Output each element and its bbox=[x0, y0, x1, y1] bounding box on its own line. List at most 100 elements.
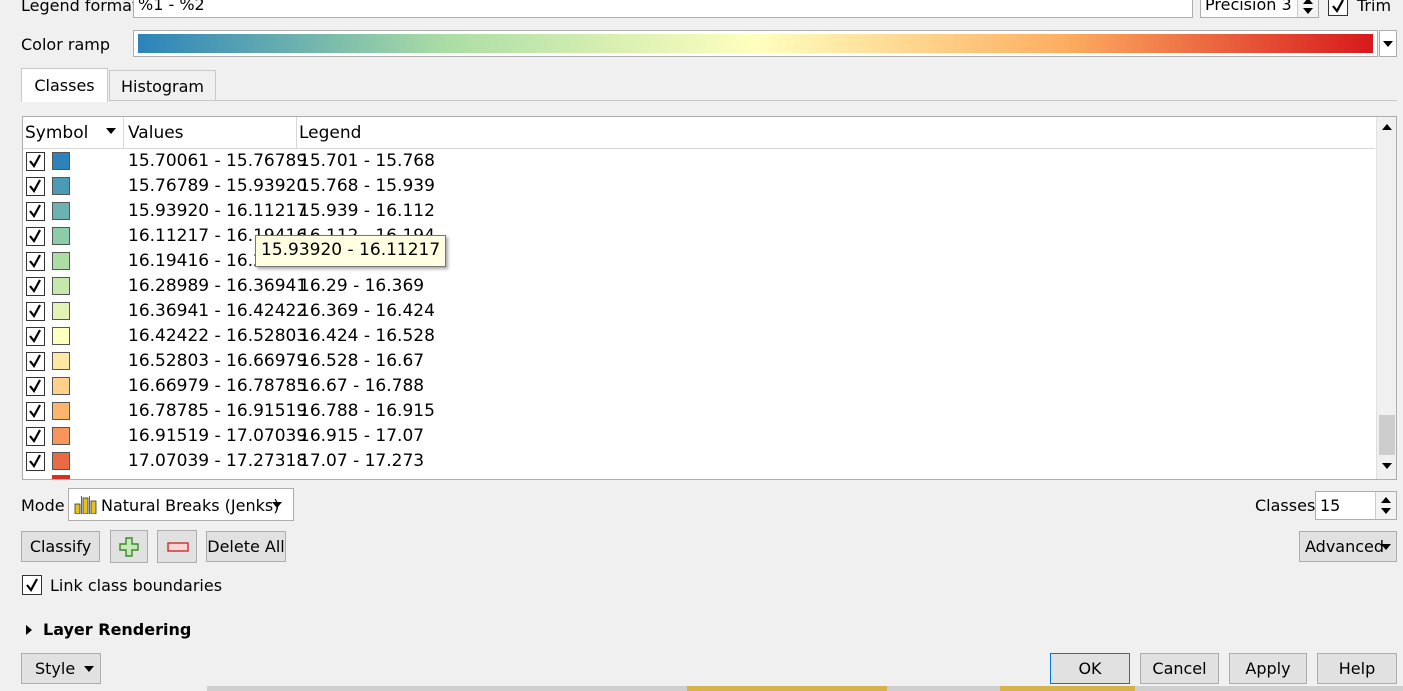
row-checkbox[interactable] bbox=[26, 452, 45, 471]
row-values[interactable]: 16.52803 - 16.66979 bbox=[128, 351, 307, 371]
row-legend[interactable]: 16.528 - 16.67 bbox=[299, 351, 424, 371]
row-checkbox[interactable] bbox=[26, 277, 45, 296]
tab-bar-divider bbox=[216, 100, 1397, 101]
row-values[interactable]: 17.07039 - 17.27318 bbox=[128, 451, 307, 471]
add-class-button[interactable] bbox=[110, 530, 148, 563]
row-legend[interactable]: 15.701 - 15.768 bbox=[299, 151, 435, 171]
apply-button[interactable]: Apply bbox=[1229, 653, 1307, 684]
table-row[interactable]: 15.70061 - 15.76789 15.701 - 15.768 bbox=[23, 149, 1375, 174]
color-ramp-dropdown[interactable] bbox=[1379, 30, 1397, 57]
partial-row-swatch bbox=[52, 475, 70, 479]
remove-class-button[interactable] bbox=[157, 530, 197, 563]
style-button[interactable]: Style bbox=[21, 653, 101, 684]
table-row[interactable]: 16.19416 - 16.2898916.194 - 16.29 bbox=[23, 249, 1375, 274]
table-row[interactable]: 16.78785 - 16.91519 16.788 - 16.915 bbox=[23, 399, 1375, 424]
symbol-swatch[interactable] bbox=[52, 427, 70, 445]
classes-count-spinbox[interactable]: 15 bbox=[1315, 491, 1397, 520]
delete-all-button[interactable]: Delete All bbox=[206, 531, 286, 562]
table-row[interactable]: 16.52803 - 16.66979 16.528 - 16.67 bbox=[23, 349, 1375, 374]
row-checkbox[interactable] bbox=[26, 227, 45, 246]
color-ramp-selector[interactable] bbox=[133, 30, 1378, 57]
precision-spinbox[interactable]: Precision 3 bbox=[1200, 0, 1319, 18]
row-values[interactable]: 16.36941 - 16.42422 bbox=[128, 301, 307, 321]
table-row[interactable]: 16.66979 - 16.78785 16.67 - 16.788 bbox=[23, 374, 1375, 399]
trim-checkbox[interactable] bbox=[1328, 0, 1348, 16]
symbol-swatch[interactable] bbox=[52, 402, 70, 420]
natural-breaks-icon bbox=[74, 496, 97, 514]
row-legend[interactable]: 16.369 - 16.424 bbox=[299, 301, 435, 321]
scrollbar-thumb[interactable] bbox=[1379, 415, 1395, 455]
down-arrow-icon bbox=[1381, 508, 1391, 514]
header-legend[interactable]: Legend bbox=[297, 117, 1375, 148]
expand-arrow-icon[interactable] bbox=[26, 625, 32, 635]
row-checkbox[interactable] bbox=[26, 427, 45, 446]
row-values[interactable]: 15.76789 - 15.93920 bbox=[128, 176, 307, 196]
row-checkbox[interactable] bbox=[26, 327, 45, 346]
row-checkbox[interactable] bbox=[26, 377, 45, 396]
symbol-swatch[interactable] bbox=[52, 452, 70, 470]
row-legend[interactable]: 15.939 - 16.112 bbox=[299, 201, 435, 221]
row-values[interactable]: 16.78785 - 16.91519 bbox=[128, 401, 307, 421]
table-row[interactable]: 16.36941 - 16.42422 16.369 - 16.424 bbox=[23, 299, 1375, 324]
table-row[interactable]: 16.11217 - 16.1941616.112 - 16.194 bbox=[23, 224, 1375, 249]
symbol-swatch[interactable] bbox=[52, 202, 70, 220]
table-scrollbar[interactable] bbox=[1376, 117, 1396, 479]
table-row[interactable]: 16.42422 - 16.52803 16.424 - 16.528 bbox=[23, 324, 1375, 349]
table-row[interactable]: 15.93920 - 16.11217 15.939 - 16.112 bbox=[23, 199, 1375, 224]
row-legend[interactable]: 16.424 - 16.528 bbox=[299, 326, 435, 346]
row-checkbox[interactable] bbox=[26, 352, 45, 371]
row-checkbox[interactable] bbox=[26, 152, 45, 171]
row-legend[interactable]: 16.29 - 16.369 bbox=[299, 276, 424, 296]
row-checkbox[interactable] bbox=[26, 202, 45, 221]
table-row[interactable]: 16.28989 - 16.36941 16.29 - 16.369 bbox=[23, 274, 1375, 299]
classify-button[interactable]: Classify bbox=[21, 531, 100, 562]
row-values[interactable]: 16.66979 - 16.78785 bbox=[128, 376, 307, 396]
legend-format-input[interactable]: %1 - %2 bbox=[133, 0, 1193, 18]
symbol-swatch[interactable] bbox=[52, 377, 70, 395]
help-button[interactable]: Help bbox=[1317, 653, 1397, 684]
up-arrow-icon bbox=[1381, 497, 1391, 503]
symbol-swatch[interactable] bbox=[52, 152, 70, 170]
symbol-swatch[interactable] bbox=[52, 177, 70, 195]
header-symbol[interactable]: Symbol bbox=[23, 117, 124, 148]
link-boundaries-checkbox[interactable] bbox=[22, 575, 42, 595]
ok-button[interactable]: OK bbox=[1050, 653, 1130, 684]
chevron-down-icon bbox=[1383, 41, 1393, 47]
row-checkbox[interactable] bbox=[26, 302, 45, 321]
row-legend[interactable]: 16.67 - 16.788 bbox=[299, 376, 424, 396]
classes-table[interactable]: Symbol Values Legend 15.70061 - 15.76789… bbox=[22, 116, 1397, 480]
table-row[interactable]: 17.07039 - 17.27318 17.07 - 17.273 bbox=[23, 449, 1375, 474]
scroll-up-icon[interactable] bbox=[1382, 124, 1392, 130]
row-checkbox[interactable] bbox=[26, 402, 45, 421]
map-feature bbox=[1000, 686, 1135, 691]
header-values[interactable]: Values bbox=[124, 117, 297, 148]
mode-dropdown[interactable]: Natural Breaks (Jenks) bbox=[68, 488, 294, 521]
row-legend[interactable]: 17.07 - 17.273 bbox=[299, 451, 424, 471]
row-values[interactable]: 16.28989 - 16.36941 bbox=[128, 276, 307, 296]
row-values[interactable]: 16.42422 - 16.52803 bbox=[128, 326, 307, 346]
row-values[interactable]: 16.91519 - 17.07039 bbox=[128, 426, 307, 446]
symbol-swatch[interactable] bbox=[52, 227, 70, 245]
precision-stepper[interactable] bbox=[1297, 0, 1318, 17]
scroll-down-icon[interactable] bbox=[1382, 463, 1392, 469]
cancel-button[interactable]: Cancel bbox=[1140, 653, 1219, 684]
classes-stepper[interactable] bbox=[1375, 492, 1396, 519]
symbol-swatch[interactable] bbox=[52, 277, 70, 295]
advanced-button[interactable]: Advanced bbox=[1299, 531, 1397, 562]
row-legend[interactable]: 16.788 - 16.915 bbox=[299, 401, 435, 421]
symbol-swatch[interactable] bbox=[52, 302, 70, 320]
table-row[interactable]: 15.76789 - 15.93920 15.768 - 15.939 bbox=[23, 174, 1375, 199]
row-legend[interactable]: 15.768 - 15.939 bbox=[299, 176, 435, 196]
table-row[interactable]: 16.91519 - 17.07039 16.915 - 17.07 bbox=[23, 424, 1375, 449]
row-checkbox[interactable] bbox=[26, 177, 45, 196]
row-values[interactable]: 15.93920 - 16.11217 bbox=[128, 201, 307, 221]
symbol-swatch[interactable] bbox=[52, 327, 70, 345]
row-legend[interactable]: 16.915 - 17.07 bbox=[299, 426, 424, 446]
tab-classes[interactable]: Classes bbox=[21, 68, 108, 102]
row-checkbox[interactable] bbox=[26, 252, 45, 271]
layer-rendering-label[interactable]: Layer Rendering bbox=[43, 620, 191, 639]
tab-histogram[interactable]: Histogram bbox=[109, 70, 216, 101]
symbol-swatch[interactable] bbox=[52, 352, 70, 370]
symbol-swatch[interactable] bbox=[52, 252, 70, 270]
row-values[interactable]: 15.70061 - 15.76789 bbox=[128, 151, 307, 171]
